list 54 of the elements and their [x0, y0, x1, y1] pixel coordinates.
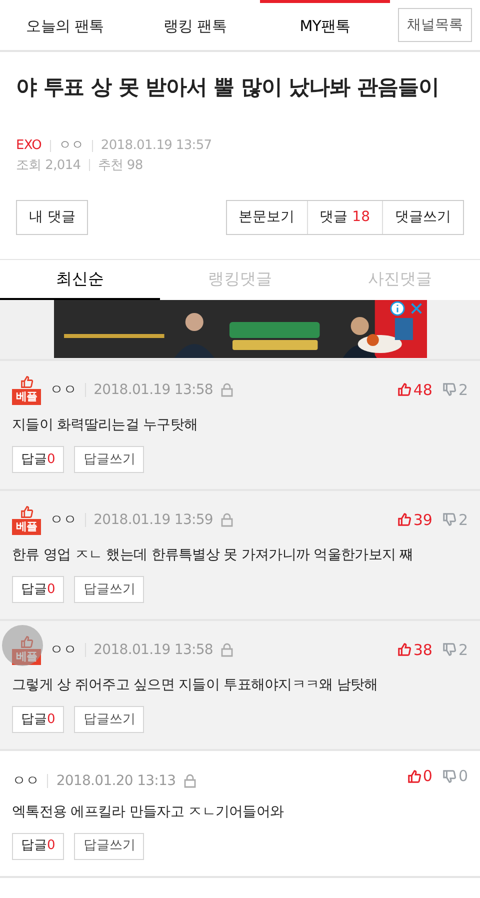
view-count: 조회 2,014: [16, 156, 81, 174]
lock-icon[interactable]: [184, 774, 196, 788]
post-title: 야 투표 상 못 받아서 뿔 많이 났나봐 관음들이: [16, 74, 440, 101]
comment-date: 2018.01.19 13:58: [94, 380, 213, 400]
like-count[interactable]: 0: [422, 765, 432, 788]
comment-text: 한류 영업 ㅈㄴ 했는데 한류특별상 못 가져가니까 억울한가보지 쨰: [12, 546, 414, 565]
reply-count-button[interactable]: 답글0: [12, 832, 64, 860]
write-reply-button[interactable]: 답글쓰기: [74, 706, 144, 733]
post-date: 2018.01.19 13:57: [100, 137, 212, 155]
thumbs-up-icon: [406, 768, 422, 784]
thumbs-up-icon: [397, 512, 412, 528]
like-count[interactable]: 39: [413, 508, 432, 531]
thumbs-down-icon: [442, 382, 458, 398]
nav-tab[interactable]: 오늘의 팬톡: [0, 0, 130, 50]
author-name: ㅇㅇ: [12, 772, 40, 790]
thumbs-up-icon: [20, 375, 34, 389]
comment-text: 지들이 화력딸리는걸 누구탓해: [12, 416, 199, 435]
write-reply-button[interactable]: 답글쓰기: [74, 832, 144, 860]
comments-button[interactable]: 댓글 18: [308, 201, 382, 234]
comment-text: 그렇게 상 쥐어주고 싶으면 지들이 투표해야지ㅋㅋ왜 남탓해: [12, 676, 379, 695]
author-name: ㅇㅇ: [49, 510, 77, 530]
like-count[interactable]: 38: [413, 638, 432, 661]
comment-date: 2018.01.19 13:59: [94, 510, 213, 530]
write-reply-button[interactable]: 답글쓰기: [74, 446, 144, 473]
thumbs-down-icon: [442, 642, 458, 658]
thumbs-up-icon: [397, 642, 412, 658]
channel-link[interactable]: EXO: [16, 136, 42, 156]
like-count[interactable]: 48: [413, 378, 432, 401]
thumbs-up-icon: [20, 635, 34, 649]
thumbs-up-icon: [397, 382, 412, 398]
author-name: ㅇㅇ: [49, 640, 77, 660]
thumbs-down-icon: [442, 768, 458, 784]
my-comments-button[interactable]: 내 댓글: [16, 200, 88, 235]
lock-icon[interactable]: [220, 643, 233, 657]
reply-count-button[interactable]: 답글0: [12, 576, 64, 603]
lock-icon[interactable]: [220, 513, 233, 527]
thumbs-up-icon: [20, 505, 34, 519]
reply-count-button[interactable]: 답글0: [12, 706, 64, 733]
reply-count-button[interactable]: 답글0: [12, 446, 64, 473]
thumbs-down-icon: [442, 512, 458, 528]
lock-icon[interactable]: [220, 383, 233, 397]
nav-tab[interactable]: MY팬톡: [260, 0, 390, 50]
write-reply-button[interactable]: 답글쓰기: [74, 576, 144, 603]
comment-date: 2018.01.20 13:13: [56, 772, 176, 790]
author-name: ㅇㅇ: [58, 137, 84, 155]
comment-text: 엑톡전용 에프킬라 만들자고 ㅈㄴ기어들어와: [12, 802, 285, 822]
author-name: ㅇㅇ: [49, 380, 77, 400]
view-post-button[interactable]: 본문보기: [226, 201, 307, 234]
comment-date: 2018.01.19 13:58: [94, 640, 213, 660]
write-comment-button[interactable]: 댓글쓰기: [383, 201, 463, 234]
nav-tab[interactable]: 랭킹 팬톡: [130, 0, 260, 50]
recommend-count: 추천 98: [98, 156, 143, 174]
floating-button[interactable]: [2, 625, 43, 666]
channel-list-button[interactable]: 채널목록: [398, 8, 472, 42]
